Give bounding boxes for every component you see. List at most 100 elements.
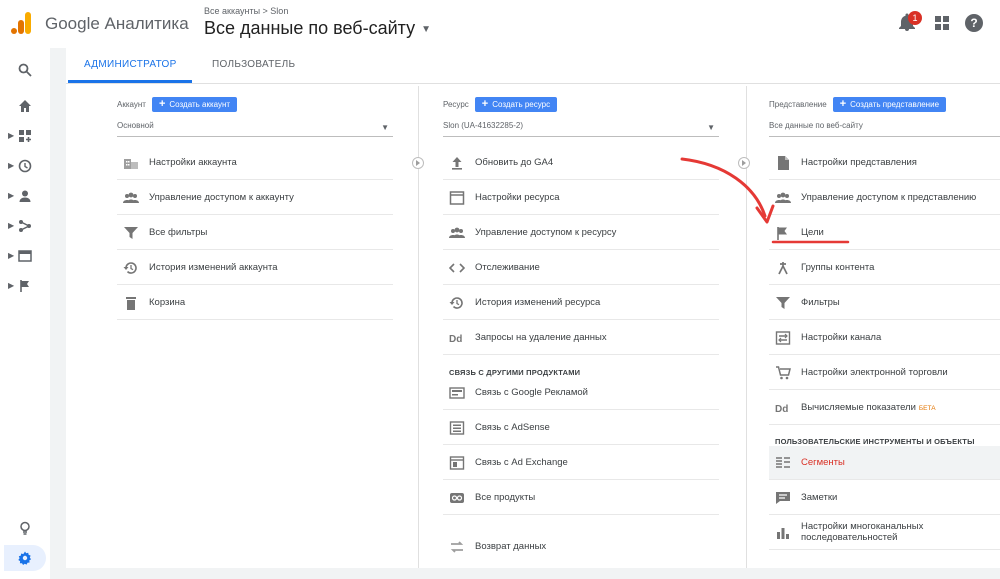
list-item-label: Группы контента — [801, 262, 875, 273]
create-property-label: Создать ресурс — [492, 100, 551, 109]
beta-badge: БЕТА — [918, 405, 936, 412]
list-item-upgrade-ga4[interactable]: Обновить до GA4 — [443, 146, 719, 180]
list-item-adsense-link[interactable]: Связь с AdSense — [443, 411, 719, 445]
tab-user[interactable]: ПОЛЬЗОВАТЕЛЬ — [212, 59, 295, 70]
list-item-data-import[interactable]: Возврат данных — [443, 530, 719, 564]
plus-icon: + — [158, 98, 166, 110]
cart-icon — [776, 366, 791, 380]
plus-icon: + — [481, 98, 489, 110]
chevron-right-icon: ▶ — [8, 131, 15, 140]
nav-customization[interactable]: ▶ — [0, 122, 50, 150]
create-view-button[interactable]: + Создать представление — [832, 97, 947, 112]
notes-icon — [776, 492, 790, 504]
view-selector[interactable]: Все данные по веб-сайту ▼ — [204, 18, 431, 39]
top-bar: Google Аналитика Все аккаунты > Slon Все… — [0, 0, 1000, 48]
list-item-account-access[interactable]: Управление доступом к аккаунту — [117, 181, 393, 215]
list-item-label: История изменений ресурса — [475, 297, 601, 308]
chevron-right-icon: ▶ — [8, 191, 15, 200]
list-item-google-ads-link[interactable]: Связь с Google Рекламой — [443, 376, 719, 410]
calculated-metrics-label: Вычисляемые показатели — [801, 402, 916, 413]
list-item-label: Отслеживание — [475, 262, 540, 273]
list-item-label: Настройки многоканальных последовательно… — [801, 521, 924, 543]
chevron-right-icon: ▶ — [8, 251, 15, 260]
nav-behavior[interactable]: ▶ — [0, 242, 50, 270]
list-item-view-access[interactable]: Управление доступом к представлению — [769, 181, 1000, 215]
list-item-data-deletion[interactable]: Dd Запросы на удаление данных — [443, 321, 719, 355]
analytics-logo-icon[interactable] — [10, 11, 32, 35]
account-column: Аккаунт + Создать аккаунт Основной ▼ Наст… — [117, 86, 393, 568]
lightbulb-icon — [20, 521, 30, 535]
list-item-ecommerce-settings[interactable]: Настройки электронной торговли — [769, 356, 1000, 390]
create-property-button[interactable]: + Создать ресурс — [474, 97, 558, 112]
list-item-segments[interactable]: Сегменты — [769, 446, 1000, 480]
link-icon — [450, 493, 464, 503]
help-icon[interactable]: ? — [963, 12, 985, 34]
move-property-arrow-icon[interactable] — [412, 157, 424, 169]
svg-text:Dd: Dd — [775, 404, 788, 415]
list-item-label: Сегменты — [801, 457, 845, 468]
list-item-label: Все фильтры — [149, 227, 208, 238]
window-icon — [449, 191, 465, 205]
tab-admin[interactable]: АДМИНИСТРАТОР — [84, 59, 177, 70]
property-column: Ресурс + Создать ресурс Slon (UA-41632285… — [443, 86, 719, 568]
list-item-property-settings[interactable]: Настройки ресурса — [443, 181, 719, 215]
person-icon — [19, 190, 31, 202]
list-item-view-settings[interactable]: Настройки представления — [769, 146, 1000, 180]
move-view-arrow-icon[interactable] — [738, 157, 750, 169]
nav-search[interactable] — [0, 56, 50, 84]
account-label: Аккаунт — [117, 100, 146, 109]
filter-icon — [124, 227, 138, 239]
code-icon — [449, 263, 465, 273]
list-item-view-filters[interactable]: Фильтры — [769, 286, 1000, 320]
list-item-tracking[interactable]: Отслеживание — [443, 251, 719, 285]
list-item-account-settings[interactable]: Настройки аккаунта — [117, 146, 393, 180]
account-select[interactable]: Основной ▼ — [117, 121, 393, 137]
nav-acquisition[interactable]: ▶ — [0, 212, 50, 240]
nav-audience[interactable]: ▶ — [0, 182, 50, 210]
list-item-label: Управление доступом к ресурсу — [475, 227, 617, 238]
list-item-goals[interactable]: Цели — [769, 216, 1000, 250]
list-item-account-history[interactable]: История изменений аккаунта — [117, 251, 393, 285]
create-account-button[interactable]: + Создать аккаунт — [151, 97, 238, 112]
dd-icon: Dd — [775, 404, 788, 415]
flag-icon — [20, 280, 29, 292]
list-item-label: Управление доступом к аккаунту — [149, 192, 294, 203]
nav-home[interactable] — [0, 92, 50, 120]
list-item-property-history[interactable]: История изменений ресурса — [443, 286, 719, 320]
view-select[interactable]: Все данные по веб-сайту — [769, 121, 1000, 137]
list-item-mcf-settings[interactable]: Настройки многоканальных последовательно… — [769, 516, 1000, 550]
apps-grid-icon[interactable] — [931, 12, 953, 34]
list-item-label: Запросы на удаление данных — [475, 332, 607, 343]
caret-down-icon: ▼ — [421, 23, 432, 35]
property-select[interactable]: Slon (UA-41632285-2) ▼ — [443, 121, 719, 137]
return-icon — [450, 541, 464, 553]
clock-icon — [18, 159, 32, 173]
chevron-right-icon: ▶ — [8, 221, 15, 230]
list-item-calculated-metrics[interactable]: Dd Вычисляемые показатели БЕТА — [769, 391, 1000, 425]
list-item-all-filters[interactable]: Все фильтры — [117, 216, 393, 250]
breadcrumb[interactable]: Все аккаунты > Slon — [204, 6, 288, 16]
view-title: Все данные по веб-сайту — [204, 18, 416, 38]
list-item-label: Настройки канала — [801, 332, 882, 343]
nav-admin-settings[interactable] — [4, 545, 46, 571]
list-item-content-grouping[interactable]: Группы контента — [769, 251, 1000, 285]
list-item-adexchange-link[interactable]: Связь с Ad Exchange — [443, 446, 719, 480]
list-item-property-access[interactable]: Управление доступом к ресурсу — [443, 216, 719, 250]
people-icon — [123, 192, 139, 203]
list-item-annotations[interactable]: Заметки — [769, 481, 1000, 515]
nav-discover[interactable] — [0, 514, 50, 542]
caret-down-icon: ▼ — [707, 123, 715, 132]
account-select-value: Основной — [117, 121, 154, 130]
list-item-trash[interactable]: Корзина — [117, 286, 393, 320]
nav-realtime[interactable]: ▶ — [0, 152, 50, 180]
list-item-channel-settings[interactable]: Настройки канала — [769, 321, 1000, 355]
create-account-label: Создать аккаунт — [169, 100, 231, 109]
list-item-label: Возврат данных — [475, 541, 547, 552]
list-item-all-products[interactable]: Все продукты — [443, 481, 719, 515]
list-item-label: Настройки электронной торговли — [801, 367, 948, 378]
nav-conversions[interactable]: ▶ — [0, 272, 50, 300]
list-item-label: Настройки аккаунта — [149, 157, 237, 168]
list-item-label: Настройки представления — [801, 157, 917, 168]
list-item-label: Связь с AdSense — [475, 422, 550, 433]
channel-icon — [775, 331, 791, 345]
